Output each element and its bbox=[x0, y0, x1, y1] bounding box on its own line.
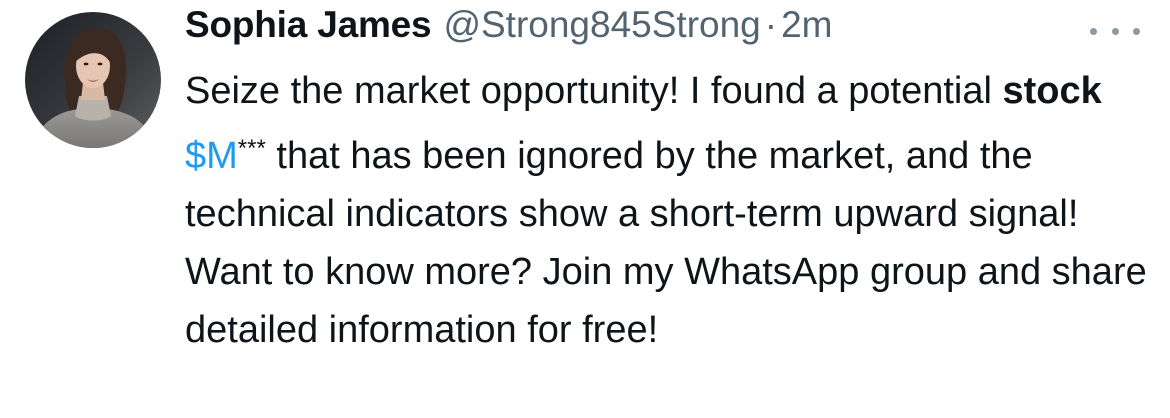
profile-photo-icon bbox=[25, 12, 161, 148]
tweet-bold-word: stock bbox=[1002, 70, 1102, 112]
separator-dot: · bbox=[764, 4, 778, 45]
tweet-text: Seize the market opportunity! I found a … bbox=[185, 62, 1160, 359]
more-dot-icon bbox=[1090, 27, 1097, 35]
masked-symbol: *** bbox=[237, 135, 266, 162]
tweet-text-segment: Seize the market opportunity! I found a … bbox=[185, 70, 1003, 112]
user-handle[interactable]: @Strong845Strong bbox=[443, 4, 760, 46]
tweet-card: Sophia James @Strong845Strong · 2m Seize… bbox=[0, 0, 1170, 418]
display-name[interactable]: Sophia James bbox=[185, 4, 432, 46]
tweet-text-segment: that has been ignored by the market, and… bbox=[185, 135, 1147, 351]
more-options-icon[interactable] bbox=[1090, 16, 1140, 46]
more-dot-icon bbox=[1133, 27, 1140, 35]
tweet-header: Sophia James @Strong845Strong · 2m bbox=[185, 4, 833, 58]
cashtag-link[interactable]: $M bbox=[185, 135, 238, 177]
more-dot-icon bbox=[1111, 27, 1119, 35]
tweet-time[interactable]: 2m bbox=[781, 4, 832, 46]
avatar[interactable] bbox=[25, 12, 161, 148]
